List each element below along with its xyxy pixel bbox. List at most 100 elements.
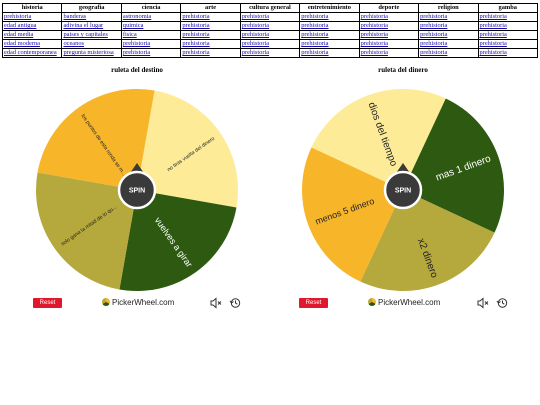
table-cell: prehistoria [299,30,360,40]
table-row: edad media paises y capitales fisica prehis… [1,30,538,40]
table-row: edad contemporanea pregunta misteriosa pre… [1,48,538,58]
topic-link[interactable]: prehistoria [480,14,507,21]
table-cell: prehistoria [299,21,360,31]
topic-link[interactable]: prehistoria [420,32,447,39]
column-header: arte [180,3,241,13]
topic-link[interactable]: prehistoria [4,14,31,21]
table-cell: prehistoria [358,30,420,40]
table-cell: astronomia [120,12,182,22]
topic-link[interactable]: prehistoria [123,41,150,48]
topic-link[interactable]: prehistoria [182,14,209,21]
wheel-2-brand-link[interactable]: PickerWheel.com [368,297,440,309]
topic-link[interactable]: prehistoria [242,14,269,21]
table-cell: prehistoria [239,30,301,40]
topic-link[interactable]: pregunta misteriosa [63,50,113,57]
topic-link[interactable]: edad moderna [4,41,40,48]
topic-link[interactable]: prehistoria [361,14,388,21]
brand-label: PickerWheel.com [378,298,441,307]
speaker-mute-icon[interactable] [477,297,489,309]
table-cell: prehistoria [180,12,241,22]
table-cell: fisica [120,30,182,40]
topic-link[interactable]: prehistoria [361,23,388,30]
topic-link[interactable]: prehistoria [301,14,328,21]
speaker-mute-icon[interactable] [210,297,222,309]
table-cell: prehistoria [358,12,420,22]
topic-link[interactable]: prehistoria [123,50,150,57]
topic-link[interactable]: prehistoria [480,50,507,57]
wheel-1-brand-link[interactable]: PickerWheel.com [102,297,174,309]
table-cell: prehistoria [120,48,182,58]
topic-link[interactable]: edad antigua [4,23,36,30]
wheel-1-reset-button[interactable]: Reset [33,298,62,308]
table-cell: prehistoria [120,39,182,49]
table-cell: oceanos [61,39,122,49]
table-cell: quimica [120,21,182,31]
brand-label: PickerWheel.com [112,298,175,307]
table-row: edad antigua adivina el lugar quimica prehi… [1,21,538,31]
table-cell: prehistoria [477,48,538,58]
pickerwheel-logo-icon [102,298,110,306]
topic-link[interactable]: prehistoria [242,23,269,30]
topic-link[interactable]: prehistoria [420,23,447,30]
table-cell: prehistoria [239,21,301,31]
spin-button-label[interactable]: SPIN [395,188,411,195]
table-cell: prehistoria [418,48,479,58]
table-cell: prehistoria [180,39,241,49]
column-header: entretenimiento [299,3,360,13]
topic-link[interactable]: prehistoria [182,32,209,39]
table-cell: prehistoria [180,21,241,31]
table-header-row: historia geografia ciencia arte cultura gene… [1,3,538,13]
table-cell: prehistoria [299,12,360,22]
history-icon[interactable] [496,297,508,309]
table-cell: prehistoria [477,39,538,49]
wheel-1-title: ruleta del destino [111,66,163,74]
topic-link[interactable]: oceanos [63,41,84,48]
topic-link[interactable]: prehistoria [301,50,328,57]
topic-link[interactable]: prehistoria [301,32,328,39]
topic-link[interactable]: prehistoria [242,41,269,48]
spin-button-label[interactable]: SPIN [129,188,145,195]
table-cell: prehistoria [418,21,479,31]
topic-link[interactable]: banderas [63,14,86,21]
column-header: cultura general [239,3,301,13]
topic-link[interactable]: prehistoria [480,23,507,30]
wheel-1[interactable]: no tiras vuelta del dinerovuelves a gira… [33,86,241,294]
column-header: geografia [61,3,122,13]
wheel-2[interactable]: mas 1 dinerox2 dineromenos 5 dinerodios … [299,86,507,294]
table-cell: prehistoria [358,21,420,31]
topic-link[interactable]: prehistoria [242,50,269,57]
table-cell: adivina el lugar [61,21,122,31]
topic-link[interactable]: prehistoria [301,41,328,48]
topic-link[interactable]: prehistoria [420,50,447,57]
topic-link[interactable]: prehistoria [420,41,447,48]
topic-link[interactable]: prehistoria [182,41,209,48]
topic-link[interactable]: prehistoria [420,14,447,21]
topic-link[interactable]: astronomia [123,14,151,21]
topic-link[interactable]: prehistoria [182,50,209,57]
topic-link[interactable]: prehistoria [242,32,269,39]
topic-link[interactable]: prehistoria [182,23,209,30]
topic-link[interactable]: paises y capitales [63,32,107,39]
topic-link[interactable]: prehistoria [361,41,388,48]
topic-link[interactable]: prehistoria [361,32,388,39]
table-cell: edad antigua [1,21,63,31]
table-cell: prehistoria [299,48,360,58]
topic-link[interactable]: adivina el lugar [63,23,103,30]
table-cell: prehistoria [180,30,241,40]
table-cell: prehistoria [477,30,538,40]
topic-link[interactable]: prehistoria [301,23,328,30]
table-cell: pregunta misteriosa [61,48,122,58]
table-row: prehistoria banderas astronomia prehistoria… [1,12,538,22]
topic-link[interactable]: quimica [123,23,144,30]
topic-link[interactable]: prehistoria [480,41,507,48]
history-icon[interactable] [229,297,241,309]
topic-link[interactable]: edad contemporanea [4,50,57,57]
topic-link[interactable]: edad media [4,32,33,39]
wheel-2-reset-button[interactable]: Reset [299,298,328,308]
topic-link[interactable]: prehistoria [480,32,507,39]
topic-link[interactable]: fisica [123,32,137,39]
topic-link[interactable]: prehistoria [361,50,388,57]
table-cell: prehistoria [239,39,301,49]
table-cell: edad media [1,30,63,40]
table-cell: banderas [61,12,122,22]
